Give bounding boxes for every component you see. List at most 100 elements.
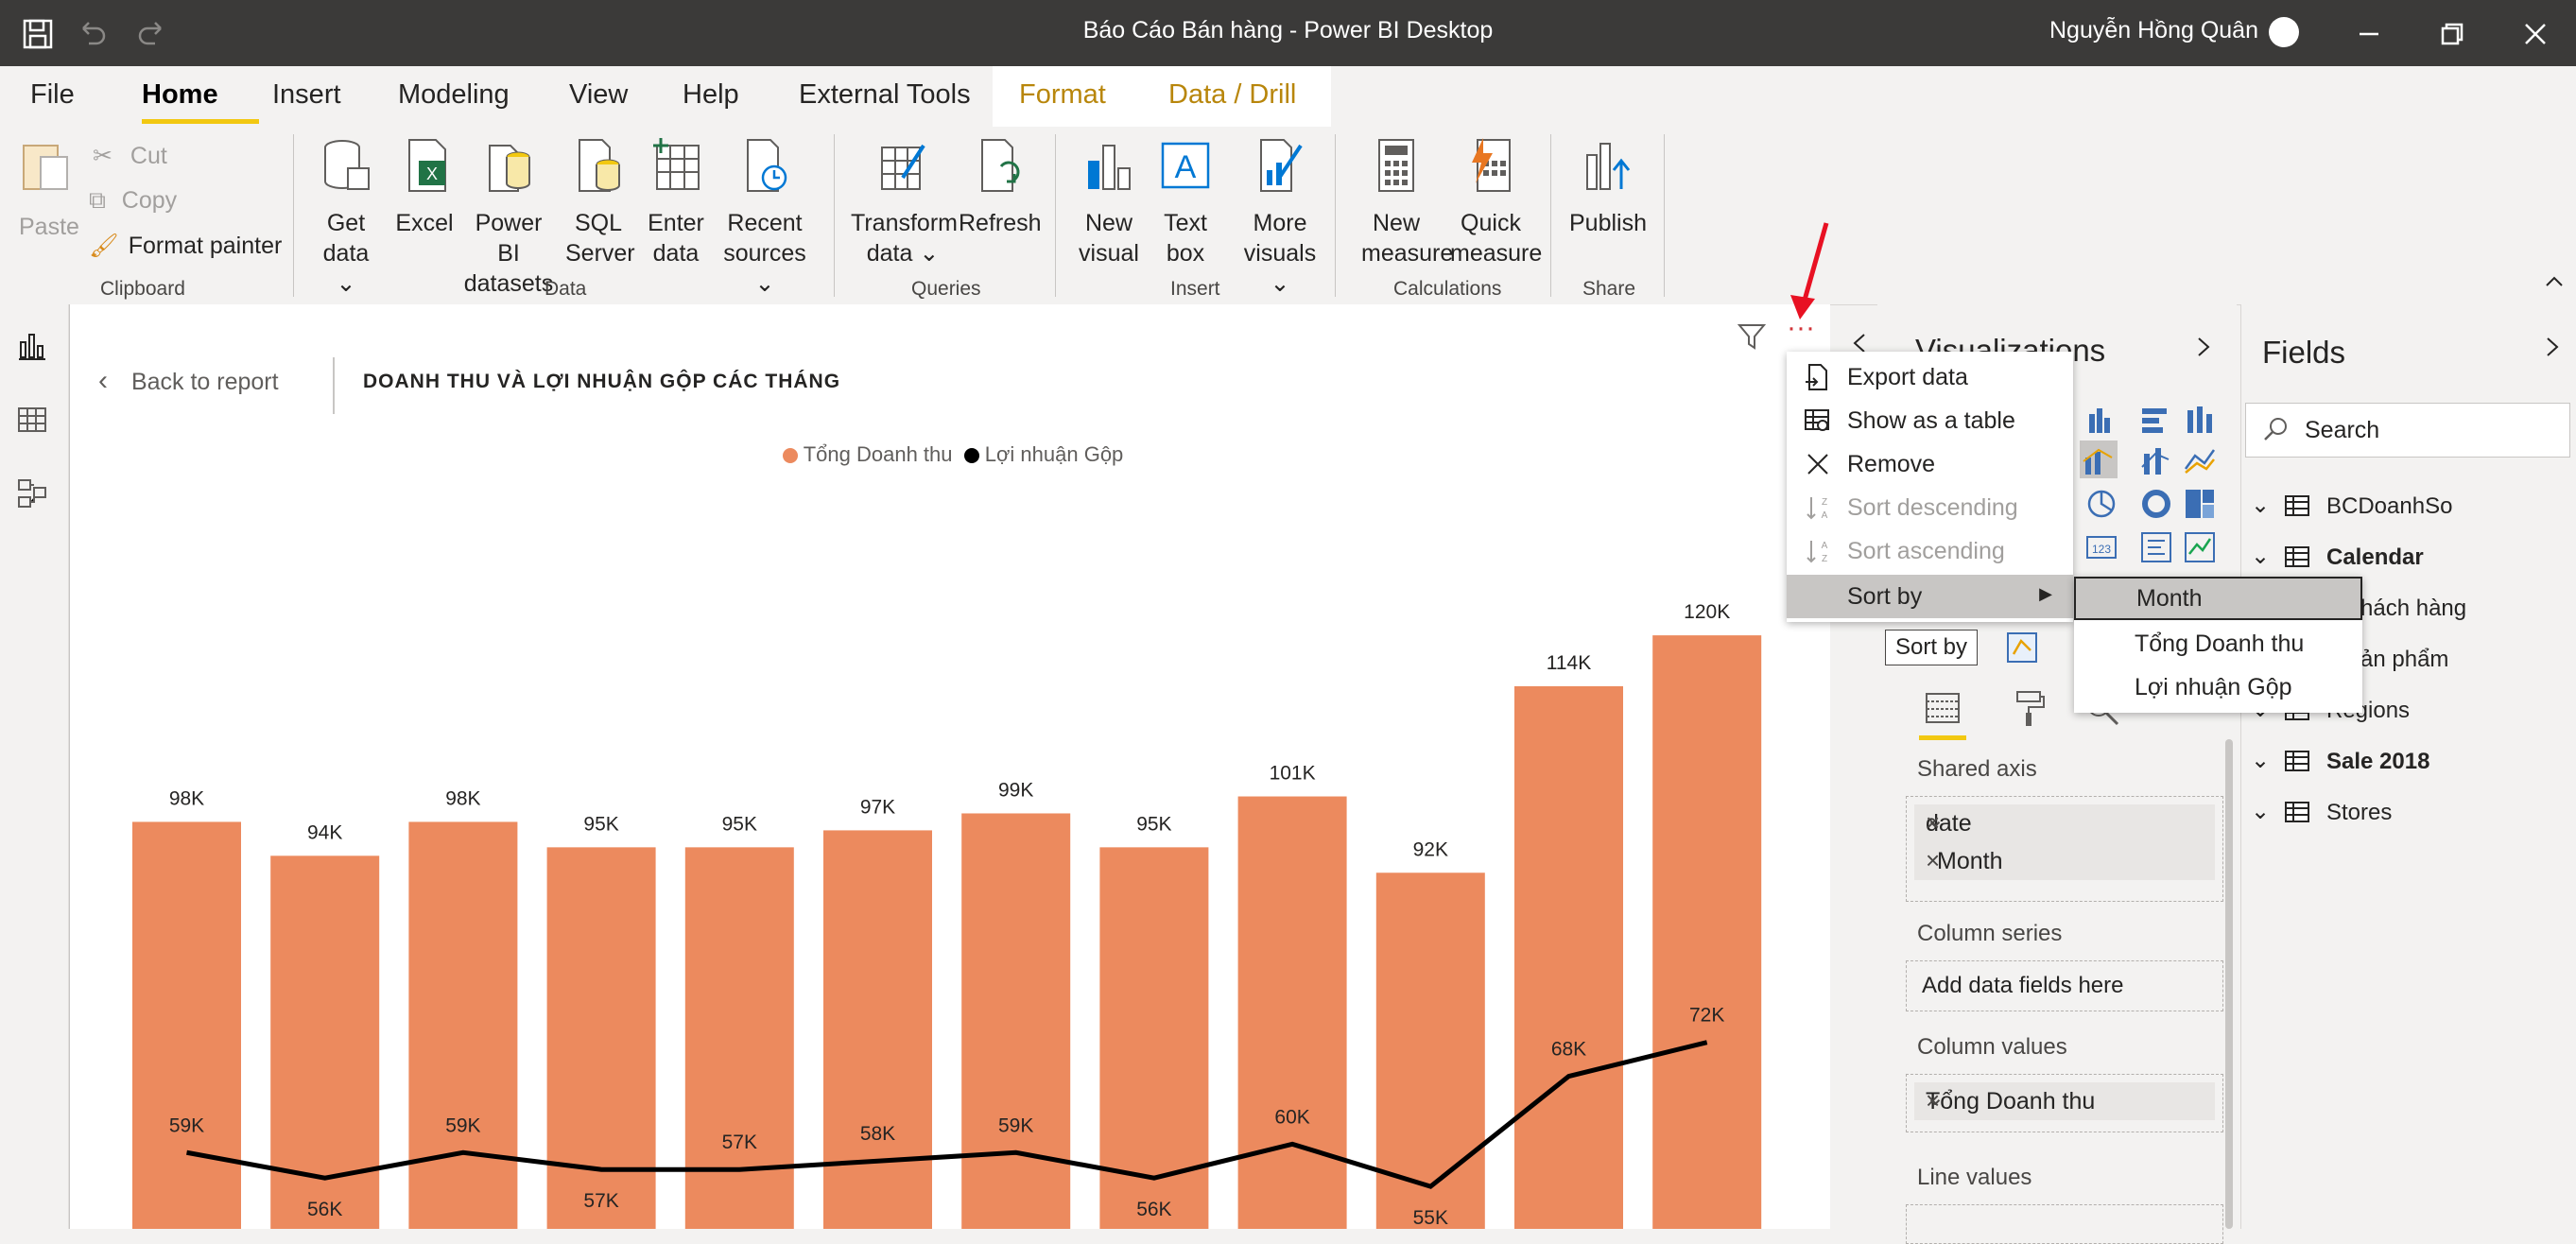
tab-file[interactable]: File (30, 79, 75, 111)
donut-icon[interactable] (2140, 488, 2172, 520)
menu-item-sort-ascending[interactable]: AZ Sort ascending (1787, 529, 2073, 573)
shared-axis-well[interactable]: date ⌄ × Month × (1906, 796, 2223, 902)
menu-item-remove[interactable]: Remove (1787, 442, 2073, 486)
tab-insert[interactable]: Insert (272, 79, 341, 111)
new-measure-button[interactable]: New measure (1361, 136, 1453, 268)
bar-revenue (1652, 635, 1762, 1229)
tab-external-tools[interactable]: External Tools (799, 79, 971, 111)
excel-button[interactable]: X Excel (391, 136, 458, 238)
quick-measure-icon (1472, 138, 1511, 192)
sql-server-button[interactable]: SQL Server (565, 136, 635, 268)
recent-sources-button[interactable]: Recent sources ⌄ (713, 136, 817, 299)
sort-descending-icon: ZA (1807, 497, 1828, 521)
column-values-well[interactable]: Tổng Doanh thu ⌄ × (1906, 1074, 2223, 1132)
line-clustered-column-icon[interactable] (2080, 441, 2118, 478)
restore-icon[interactable] (2433, 15, 2471, 53)
excel-icon: X (408, 139, 446, 192)
python-visual-icon[interactable] (2006, 631, 2038, 664)
line-data-label: 58K (860, 1123, 895, 1145)
treemap-icon[interactable] (2184, 488, 2216, 520)
tab-help[interactable]: Help (683, 79, 739, 111)
bar-data-label: 98K (169, 787, 204, 809)
group-insert: Insert (1170, 278, 1220, 300)
chevron-down-icon: ⌄ (1270, 270, 1290, 297)
menu-item-export-data[interactable]: Export data (1787, 355, 2073, 399)
new-visual-button[interactable]: New visual (1074, 136, 1144, 268)
format-painter-button[interactable]: 🖌 Format painter (89, 233, 282, 260)
bar-data-label: 101K (1270, 763, 1316, 785)
power-bi-datasets-button[interactable]: Power BI datasets (463, 136, 554, 299)
remove-field-icon[interactable]: × (1926, 808, 2207, 838)
field-table-item[interactable]: ⌄ BCDoanhSo (2241, 490, 2576, 527)
sort-by-month[interactable]: Month (2074, 577, 2362, 620)
format-paint-roller-icon[interactable] (2010, 688, 2049, 728)
remove-field-icon[interactable]: × (1926, 846, 2207, 875)
close-icon[interactable] (2516, 15, 2554, 53)
field-table-label: Sale 2018 (2326, 749, 2430, 774)
search-input[interactable]: Search (2245, 403, 2570, 458)
menu-item-show-as-table[interactable]: Show as a table (1787, 399, 2073, 442)
card-icon[interactable]: 123 (2085, 531, 2118, 563)
axis-field-date[interactable]: date ⌄ × (1914, 804, 2215, 842)
collapse-ribbon-icon[interactable] (2543, 270, 2566, 293)
table-plus-icon (653, 138, 700, 190)
menu-item-sort-descending[interactable]: ZA Sort descending (1787, 486, 2073, 529)
expand-chevron-icon[interactable]: ⌄ (2251, 492, 2270, 519)
chevron-right-icon[interactable] (2191, 333, 2214, 361)
scrollbar[interactable] (2225, 739, 2233, 1229)
tab-home[interactable]: Home (142, 79, 218, 111)
waterfall-icon[interactable] (2184, 444, 2216, 476)
refresh-button[interactable]: Refresh (959, 136, 1042, 238)
more-visuals-button[interactable]: More visuals ⌄ (1233, 136, 1327, 299)
ribbon-chart-icon[interactable] (2140, 444, 2172, 476)
tab-data-drill[interactable]: Data / Drill (1151, 66, 1331, 127)
user-name[interactable]: Nguyễn Hồng Quân (2049, 17, 2258, 44)
pie-chart-icon[interactable] (2085, 488, 2118, 520)
line-data-label: 56K (1136, 1199, 1171, 1220)
kpi-icon[interactable] (2184, 531, 2216, 563)
field-table-item[interactable]: ⌄ Stores (2241, 796, 2576, 834)
stacked-column-icon[interactable] (2184, 403, 2216, 435)
remove-field-icon[interactable]: × (1926, 1086, 2207, 1115)
fields-tab-icon[interactable] (1923, 688, 1962, 728)
bar-data-label: 98K (445, 787, 480, 809)
cut-button[interactable]: ✂ Cut (93, 142, 167, 170)
sort-by-revenue[interactable]: Tổng Doanh thu (2074, 622, 2362, 665)
model-view-icon[interactable] (15, 476, 49, 510)
tab-view[interactable]: View (569, 79, 628, 111)
search-icon (2264, 418, 2287, 441)
enter-data-button[interactable]: Enter data (641, 136, 711, 268)
clustered-column-icon[interactable] (2085, 403, 2118, 435)
field-table-item[interactable]: ⌄ Sale 2018 (2241, 745, 2576, 783)
avatar[interactable] (2269, 17, 2299, 47)
bar-revenue (1237, 796, 1347, 1229)
axis-field-month[interactable]: Month × (1914, 842, 2215, 880)
tab-format[interactable]: Format (993, 66, 1172, 127)
get-data-button[interactable]: Get data ⌄ (312, 136, 380, 299)
tooltip: Sort by (1885, 630, 1979, 665)
report-view-icon[interactable] (15, 329, 49, 363)
sort-by-gross-profit[interactable]: Lợi nhuận Gộp (2074, 665, 2362, 709)
paste-icon (23, 145, 68, 190)
data-view-icon[interactable] (15, 403, 49, 437)
publish-button[interactable]: Publish (1569, 136, 1647, 238)
expand-chevron-icon[interactable]: ⌄ (2251, 747, 2270, 774)
stacked-bar-icon[interactable] (2140, 403, 2172, 435)
column-series-well[interactable]: Add data fields here (1906, 960, 2223, 1011)
field-table-item[interactable]: ⌄ Calendar (2241, 541, 2576, 579)
minimize-icon[interactable] (2350, 15, 2388, 53)
quick-measure-button[interactable]: Quick measure (1450, 136, 1542, 268)
text-box-button[interactable]: A Text box (1153, 136, 1218, 268)
export-icon (1806, 364, 1827, 390)
paste-button[interactable]: Paste (11, 136, 79, 240)
menu-item-sort-by[interactable]: Sort by ▶ (1787, 575, 2073, 618)
copy-button[interactable]: ⧉ Copy (89, 187, 177, 215)
transform-data-button[interactable]: Transform data ⌄ (851, 136, 958, 268)
chevron-right-icon[interactable] (2540, 333, 2563, 361)
expand-chevron-icon[interactable]: ⌄ (2251, 543, 2270, 570)
tab-modeling[interactable]: Modeling (398, 79, 510, 111)
multi-row-card-icon[interactable] (2140, 531, 2172, 563)
expand-chevron-icon[interactable]: ⌄ (2251, 798, 2270, 825)
column-value-field[interactable]: Tổng Doanh thu ⌄ × (1914, 1082, 2215, 1120)
line-values-well[interactable] (1906, 1204, 2223, 1244)
